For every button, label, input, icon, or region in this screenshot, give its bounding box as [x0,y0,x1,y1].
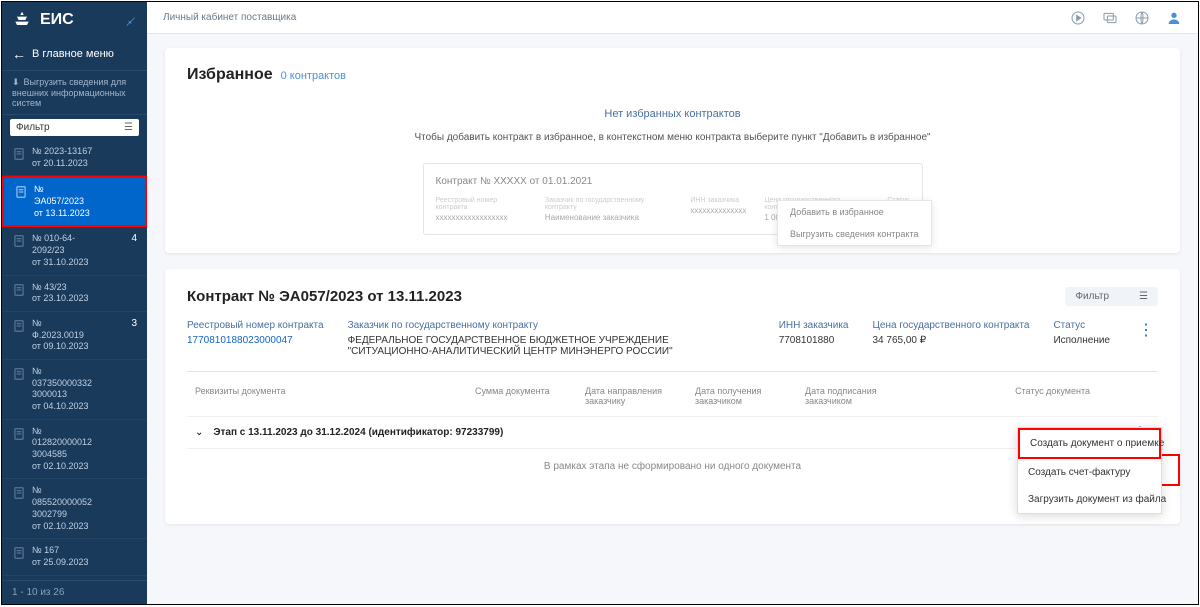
contract-details-row: Реестровый номер контракта 1770810188023… [187,320,1158,357]
contract-panel: Контракт № ЭА057/2023 от 13.11.2023 Филь… [165,269,1180,524]
filter-icon: ☰ [124,122,133,133]
contract-filter-button[interactable]: Фильтр ☰ [1065,287,1158,306]
topbar: Личный кабинет поставщика [147,2,1198,34]
back-to-main-menu[interactable]: В главное меню [2,38,147,70]
favorites-empty: Нет избранных контрактов [187,100,1158,128]
chat-icon[interactable] [1102,10,1118,26]
stage-table-headers: Реквизиты документа Сумма документа Дата… [187,382,1158,416]
favorites-hint: Чтобы добавить контракт в избранное, в к… [187,128,1158,163]
sidebar-pagination: 1 - 10 из 26 [2,580,147,604]
sidebar-item-active[interactable]: №ЭА057/2023от 13.11.2023 [2,176,147,227]
contract-status: Исполнение [1053,335,1110,346]
example-dropdown: Добавить в избранное Выгрузить сведения … [777,200,931,246]
app-title: ЕИС [40,11,74,29]
document-icon [12,234,26,248]
sidebar-item[interactable]: № 010-64-2092/23от 31.10.2023 4 [2,227,147,275]
document-icon [12,283,26,297]
sidebar-item[interactable]: № 167от 25.09.2023 [2,539,147,575]
sidebar-filter[interactable]: Фильтр ☰ [10,119,139,136]
contract-inn: 7708101880 [779,335,849,346]
favorites-panel: Избранное 0 контрактов Нет избранных кон… [165,48,1180,253]
menu-create-acceptance-doc[interactable]: Создать документ о приемке [1018,428,1161,459]
sidebar-item[interactable]: №0373500003323000013от 04.10.2023 [2,360,147,420]
document-icon [12,319,26,333]
app-logo-icon [12,10,32,30]
sidebar-header: ЕИС [2,2,147,38]
sidebar-item[interactable]: №0855200000523002799от 02.10.2023 [2,479,147,539]
document-icon [14,185,28,199]
sidebar-item[interactable]: № 43/23от 23.10.2023 [2,276,147,312]
favorites-title: Избранное [187,66,273,84]
stage-empty: В рамках этапа не сформировано ни одного… [187,448,1158,484]
export-hint[interactable]: ⬇Выгрузить сведения для внешних информац… [2,70,147,115]
menu-upload-from-file[interactable]: Загрузить документ из файла [1018,486,1161,513]
menu-create-invoice[interactable]: Создать счет-фактуру [1018,459,1161,486]
document-icon [12,147,26,161]
favorites-count: 0 контрактов [281,70,346,82]
stage-table: Реквизиты документа Сумма документа Дата… [187,371,1158,484]
stage-context-menu: Создать документ о приемке Создать счет-… [1017,427,1162,514]
document-icon [12,486,26,500]
contract-price: 34 765,00 ₽ [873,335,1030,346]
sidebar-contract-list: № 2023-13167от 20.11.2023 №ЭА057/2023от … [2,140,147,580]
main-area: Личный кабинет поставщика Избранное 0 ко… [147,2,1198,604]
contract-customer: ФЕДЕРАЛЬНОЕ ГОСУДАРСТВЕННОЕ БЮДЖЕТНОЕ УЧ… [348,335,755,357]
sidebar-item[interactable]: №0128200000123004585от 02.10.2023 [2,420,147,480]
contract-more-icon[interactable]: ⋮ [1134,320,1158,357]
contract-title: Контракт № ЭА057/2023 от 13.11.2023 [187,288,462,305]
sidebar: ЕИС В главное меню ⬇Выгрузить сведения д… [2,2,147,604]
sidebar-item[interactable]: № 2023-13167от 20.11.2023 [2,140,147,176]
filter-lines-icon: ☰ [1139,291,1148,302]
chevron-down-icon[interactable]: ⌄ [195,427,203,438]
document-icon [12,546,26,560]
breadcrumb: Личный кабинет поставщика [163,12,296,23]
document-icon [12,427,26,441]
stage-row[interactable]: ⌄ Этап с 13.11.2023 до 31.12.2024 (идент… [187,416,1158,448]
content-scroll: Избранное 0 контрактов Нет избранных кон… [147,34,1198,604]
sidebar-item[interactable]: №Ф.2023.0019от 09.10.2023 3 [2,312,147,360]
play-icon[interactable] [1070,10,1086,26]
favorites-example-card: Контракт № XXXXX от 01.01.2021 Реестровы… [423,163,923,235]
user-icon[interactable] [1166,10,1182,26]
pin-icon[interactable] [123,13,137,27]
contract-reg-link[interactable]: 1770810188023000047 [187,335,324,346]
document-icon [12,367,26,381]
globe-icon[interactable] [1134,10,1150,26]
